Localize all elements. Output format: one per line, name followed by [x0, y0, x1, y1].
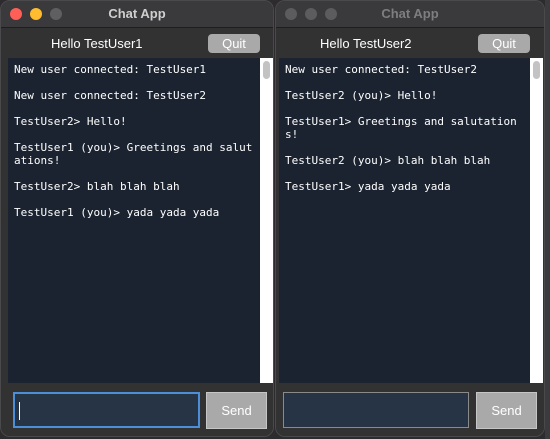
- message-input[interactable]: [283, 392, 469, 428]
- text-caret: [19, 402, 20, 420]
- chat-header: Hello TestUser2 Quit: [276, 28, 544, 58]
- chat-header: Hello TestUser1 Quit: [1, 28, 273, 58]
- chat-message: TestUser2> blah blah blah: [14, 180, 180, 193]
- input-bar: Send: [276, 383, 544, 436]
- desktop: Chat App Hello TestUser1 Quit New user c…: [0, 0, 550, 439]
- message-input[interactable]: [13, 392, 200, 428]
- chat-message: TestUser2 (you)> blah blah blah: [285, 154, 491, 167]
- chat-window-testuser2: Chat App Hello TestUser2 Quit New user c…: [275, 0, 545, 437]
- send-button[interactable]: Send: [476, 392, 537, 429]
- chat-message: New user connected: TestUser1: [14, 63, 207, 76]
- chat-message: TestUser2> Hello!: [14, 115, 127, 128]
- scrollbar-thumb[interactable]: [533, 61, 540, 79]
- greeting-label: Hello TestUser2: [320, 36, 412, 51]
- chat-scrollbar[interactable]: [260, 58, 273, 383]
- greeting-label: Hello TestUser1: [51, 36, 143, 51]
- chat-message: New user connected: TestUser2: [14, 89, 207, 102]
- scrollbar-thumb[interactable]: [263, 61, 270, 79]
- chat-message: TestUser1 (you)> Greetings and salutatio…: [14, 141, 253, 167]
- chat-message: TestUser2 (you)> Hello!: [285, 89, 438, 102]
- chat-message: TestUser1 (you)> yada yada yada: [14, 206, 220, 219]
- chat-window-testuser1: Chat App Hello TestUser1 Quit New user c…: [0, 0, 274, 437]
- window-title: Chat App: [381, 6, 439, 21]
- chat-message: TestUser1> Greetings and salutations!: [285, 115, 517, 141]
- chat-message: TestUser1> yada yada yada: [285, 180, 451, 193]
- chat-scrollbar[interactable]: [530, 58, 543, 383]
- send-button[interactable]: Send: [206, 392, 267, 429]
- input-bar: Send: [1, 383, 273, 436]
- quit-button[interactable]: Quit: [208, 34, 260, 53]
- desktop-edge: [545, 0, 550, 439]
- quit-button[interactable]: Quit: [478, 34, 530, 53]
- chat-message: New user connected: TestUser2: [285, 63, 478, 76]
- title-bar[interactable]: Chat App: [1, 1, 273, 28]
- chat-log[interactable]: New user connected: TestUser2 TestUser2 (…: [279, 58, 530, 383]
- title-bar[interactable]: Chat App: [276, 1, 544, 28]
- window-title: Chat App: [108, 6, 166, 21]
- chat-log[interactable]: New user connected: TestUser1 New user co…: [8, 58, 260, 383]
